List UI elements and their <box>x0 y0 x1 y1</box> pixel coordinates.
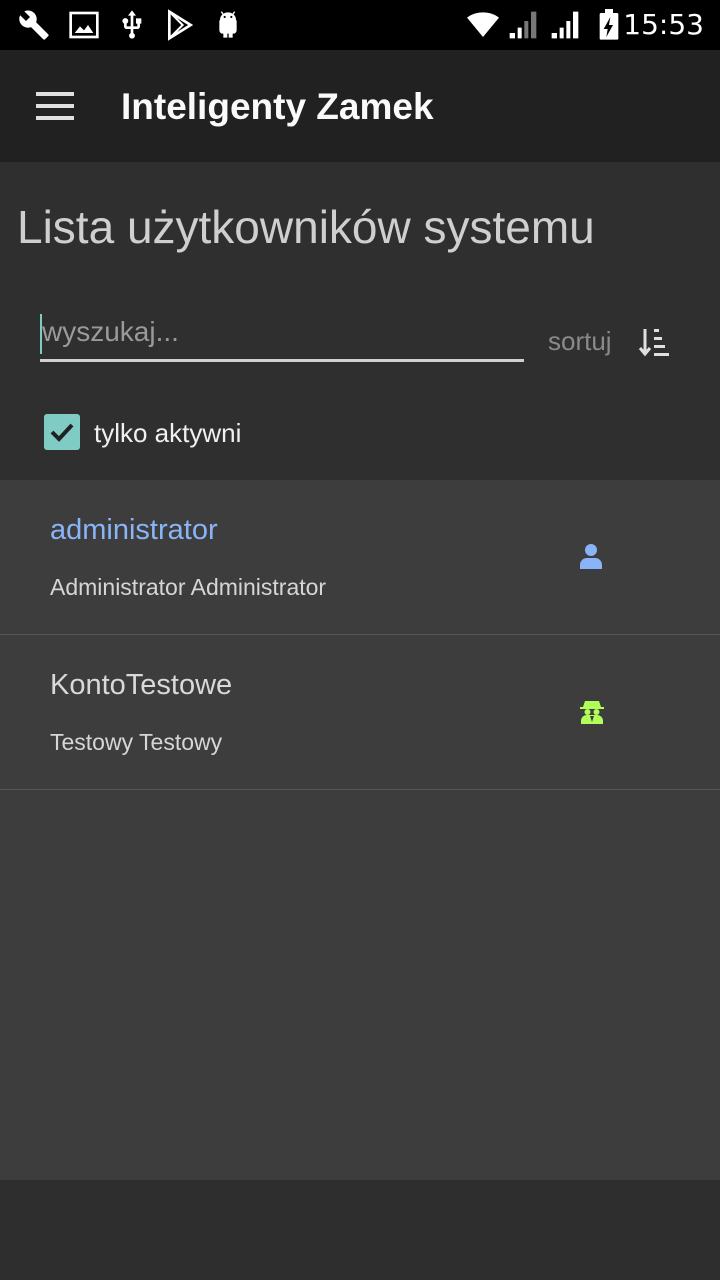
signal-icon <box>551 11 579 39</box>
wrench-icon <box>19 10 49 40</box>
checkmark-icon <box>50 423 74 442</box>
hamburger-icon[interactable] <box>36 92 76 122</box>
user-icon <box>580 544 602 569</box>
status-clock: 15:53 <box>623 8 704 41</box>
signal-icon <box>509 11 537 39</box>
app-bar: Inteligenty Zamek <box>0 50 720 162</box>
user-full-name: Administrator Administrator <box>50 574 327 600</box>
usb-icon <box>122 10 142 39</box>
user-login: administrator <box>50 514 218 546</box>
spy-icon <box>580 701 604 724</box>
image-icon <box>69 11 99 39</box>
user-login: KontoTestowe <box>50 669 233 701</box>
status-bar: 15:53 <box>0 0 720 50</box>
active-only-checkbox[interactable] <box>44 414 80 450</box>
search-input[interactable] <box>40 312 524 362</box>
list-item[interactable]: administrator Administrator Administrato… <box>0 480 720 635</box>
android-icon <box>219 11 237 38</box>
sort-label[interactable]: sortuj <box>548 326 612 357</box>
user-list: administrator Administrator Administrato… <box>0 480 720 1180</box>
battery-charging-icon <box>599 9 619 40</box>
app-title: Inteligenty Zamek <box>121 86 434 127</box>
filter-panel: Lista użytkowników systemu sortuj tylko … <box>0 162 720 480</box>
bottom-bar <box>0 1180 720 1280</box>
page-title: Lista użytkowników systemu <box>17 201 595 253</box>
sort-descending-icon[interactable] <box>638 326 672 360</box>
wifi-icon <box>467 12 499 38</box>
user-full-name: Testowy Testowy <box>50 729 223 755</box>
play-store-icon <box>168 9 194 41</box>
list-item[interactable]: KontoTestowe Testowy Testowy <box>0 635 720 790</box>
text-cursor <box>40 314 42 354</box>
active-only-label[interactable]: tylko aktywni <box>94 418 241 449</box>
